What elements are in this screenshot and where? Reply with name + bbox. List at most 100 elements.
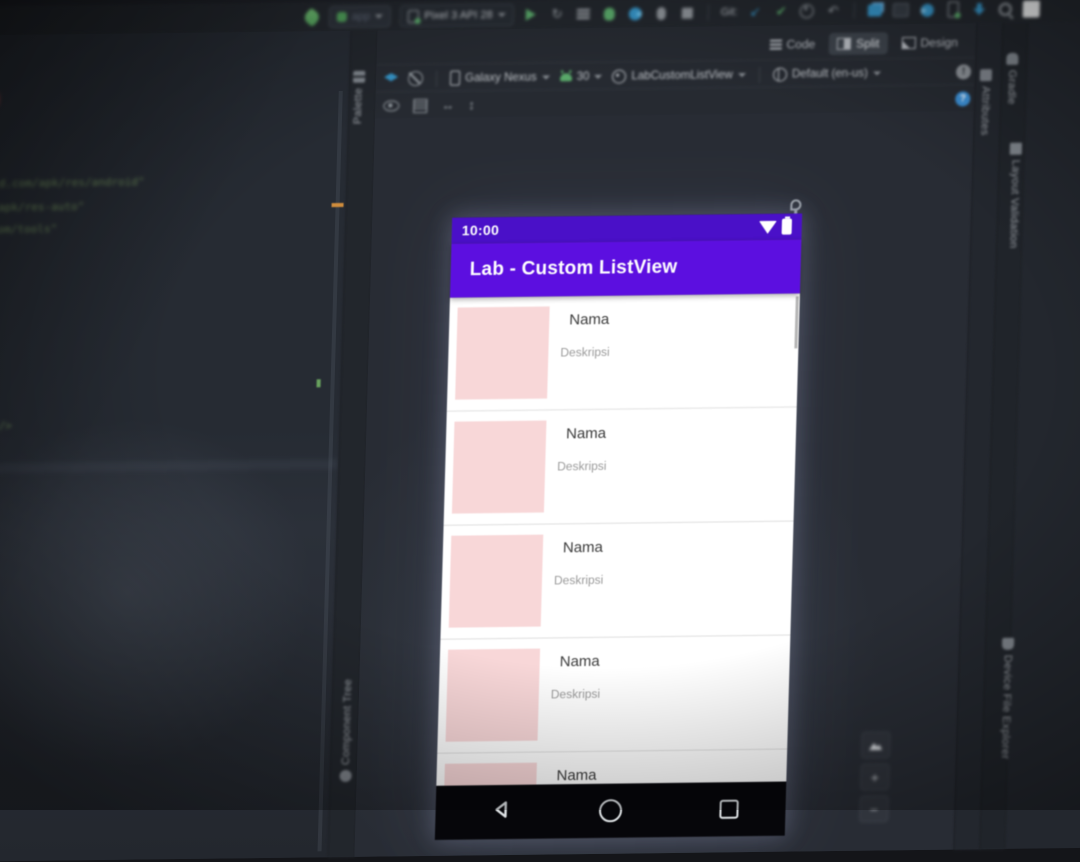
toolbar-divider [707,4,709,21]
wifi-icon [758,220,777,234]
android-nav-bar [434,781,787,840]
list-item[interactable]: Nama Deskripsi [443,407,797,526]
no-design-variant-icon[interactable] [407,70,424,87]
git-commit-button[interactable]: ✔ [773,3,790,20]
device-selector[interactable]: Pixel 3 API 28 [399,3,514,28]
wrench-icon[interactable] [301,7,322,28]
design-tab-icon [901,36,916,50]
design-surface-icon[interactable] [384,73,398,85]
debug-button[interactable] [600,5,617,22]
back-button[interactable] [491,799,512,824]
run-config-label: app [351,10,371,23]
code-editor[interactable]: droid.com/apk/res/android" com/apk/res-a… [0,30,351,862]
device-label: Pixel 3 API 28 [424,9,493,22]
device-for-preview-selector[interactable]: Galaxy Nexus [449,69,550,86]
list-item[interactable]: Nama Deskripsi [440,521,794,640]
editor-mode-tabs: Code Split Design [761,31,966,56]
battery-icon [781,218,793,235]
toolbar-divider [758,66,761,83]
chevron-down-icon [872,70,881,75]
item-desc: Deskripsi [560,344,610,360]
layout-list-icon[interactable] [413,98,428,113]
attach-debugger-button[interactable] [652,4,669,21]
recents-button[interactable] [718,799,739,819]
device-file-explorer-icon [1001,637,1015,650]
run-config-selector[interactable]: app [328,5,392,29]
item-image [455,306,550,400]
listview[interactable]: Nama Deskripsi Nama Deskripsi Nama Deskr… [436,293,800,786]
project-structure-button[interactable] [867,2,884,19]
item-name: Nama [559,652,600,671]
chevron-down-icon [541,74,550,80]
apply-changes-button[interactable]: ↻ [548,6,565,23]
tab-attributes[interactable]: Attributes [978,69,993,136]
item-image [445,648,541,742]
device-manager-button[interactable] [945,1,962,18]
zoom-out-button[interactable]: − [859,795,889,823]
issue-badge[interactable]: ! [955,64,972,80]
locale-selector[interactable]: Default (en-us) [772,66,881,82]
code-tab-label: Code [786,37,816,52]
item-desc: Deskripsi [556,458,607,474]
terminal-button[interactable] [893,2,910,19]
profile-button[interactable] [626,5,643,22]
git-update-button[interactable]: ↙ [747,3,764,20]
chevron-down-icon [594,74,603,79]
design-canvas[interactable]: 10:00 Lab - Custom ListView Nama Deskrip… [354,111,974,857]
code-line: ent" /> [0,419,13,433]
notifications-icon[interactable] [1022,0,1041,18]
profiler-button[interactable] [919,1,936,18]
stop-button[interactable] [678,4,695,21]
tab-layout-validation[interactable]: Layout Validation [1001,142,1028,249]
phone-preview[interactable]: 10:00 Lab - Custom ListView Nama Deskrip… [434,213,803,840]
zoom-to-fit-button[interactable] [860,731,891,759]
run-coverage-button[interactable] [574,5,591,22]
attributes-icon [979,69,993,82]
module-icon [336,11,347,23]
code-line: com/apk/res-auto" [0,200,85,215]
search-everywhere-button[interactable] [997,0,1014,17]
toolbar-divider [435,70,438,87]
history-button[interactable] [799,3,816,20]
palette-label: Palette [351,87,365,125]
list-item[interactable]: Nama Deskripsi [436,749,788,786]
tab-device-file-explorer[interactable]: Device File Explorer [987,637,1026,760]
theme-label: LabCustomListView [631,68,734,82]
tab-palette[interactable]: Palette [351,70,366,125]
home-button[interactable] [598,799,623,823]
tab-code[interactable]: Code [761,33,823,56]
component-tree-label: Component Tree [339,678,355,766]
xml-code[interactable]: droid.com/apk/res/android" com/apk/res-a… [0,31,346,862]
android-icon [559,72,572,81]
locale-label: Default (en-us) [791,67,869,80]
palette-icon [352,70,366,83]
list-item[interactable]: Nama Deskripsi [446,293,800,412]
app-bar: Lab - Custom ListView [449,239,802,298]
rollback-button[interactable]: ↶ [825,2,842,19]
list-item[interactable]: Nama Deskripsi [437,635,791,754]
fit-screen-icon [869,740,882,750]
sdk-manager-button[interactable] [971,1,988,18]
theme-selector[interactable]: LabCustomListView [612,68,746,84]
tab-design[interactable]: Design [893,31,966,54]
vertical-arrows-icon[interactable]: ↕ [468,97,475,112]
item-name: Nama [565,424,607,443]
api-version-selector[interactable]: 30 [559,70,603,83]
item-name: Nama [569,310,610,329]
list-scrollbar[interactable] [794,296,799,349]
tab-split[interactable]: Split [828,32,888,56]
code-line: droid.com/apk/res/android" [0,175,145,191]
api-version-label: 30 [576,70,590,83]
horizontal-arrows-icon[interactable]: ↔ [441,98,454,113]
run-button[interactable] [522,6,539,23]
scrollbar-warning-mark[interactable] [331,202,344,208]
preview-device-label: Galaxy Nexus [464,71,537,84]
status-time: 10:00 [461,222,500,239]
help-badge[interactable]: ? [955,91,971,107]
android-studio-window: app Pixel 3 API 28 ↻ Git: ↙ ✔ ↶ droid.co… [0,0,1080,862]
layout-validation-label: Layout Validation [1007,159,1022,249]
gradle-icon [1006,52,1019,65]
tab-gradle[interactable]: Gradle [1005,52,1019,105]
zoom-in-button[interactable]: + [860,763,890,791]
view-options-icon[interactable] [383,100,400,112]
